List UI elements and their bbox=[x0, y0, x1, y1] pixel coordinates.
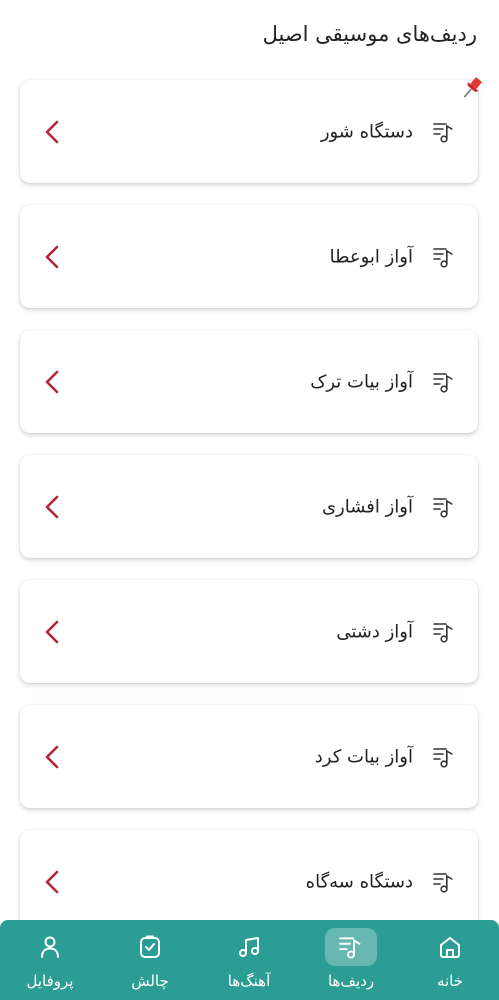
nav-songs-label: آهنگ‌ها bbox=[227, 972, 271, 990]
radif-item-dashti[interactable]: آواز دشتی bbox=[20, 580, 478, 683]
nav-songs[interactable]: آهنگ‌ها bbox=[209, 928, 289, 1000]
music-list-icon bbox=[339, 937, 361, 959]
chevron-left-icon bbox=[45, 620, 59, 643]
chevron-left-icon bbox=[45, 745, 59, 768]
nav-challenge[interactable]: چالش bbox=[110, 928, 190, 1000]
page-title: ردیف‌های موسیقی اصیل bbox=[262, 22, 477, 46]
nav-profile[interactable]: پروفایل bbox=[10, 928, 90, 1000]
music-list-icon bbox=[433, 372, 453, 393]
chevron-left-icon bbox=[45, 120, 59, 143]
music-list-icon bbox=[433, 747, 453, 768]
music-list-icon bbox=[433, 122, 453, 143]
radif-item-label: دستگاه سه‌گاه bbox=[305, 871, 413, 892]
music-list-icon bbox=[433, 497, 453, 518]
user-icon bbox=[41, 936, 59, 958]
radif-item-segah[interactable]: دستگاه سه‌گاه bbox=[20, 830, 478, 933]
chevron-left-icon bbox=[45, 370, 59, 393]
music-list-icon bbox=[433, 872, 453, 893]
nav-radifs[interactable]: ردیف‌ها bbox=[311, 928, 391, 1000]
radif-item-shur[interactable]: دستگاه شور bbox=[20, 77, 482, 183]
music-list-icon bbox=[433, 622, 453, 643]
radif-item-abuata[interactable]: آواز ابوعطا bbox=[20, 205, 478, 308]
radif-item-label: آواز بیات کرد bbox=[314, 746, 413, 767]
radif-item-bayat-tork[interactable]: آواز بیات ترک bbox=[20, 330, 478, 433]
clipboard-check-icon bbox=[140, 935, 160, 958]
radif-item-afshari[interactable]: آواز افشاری bbox=[20, 455, 478, 558]
radif-item-label: آواز ابوعطا bbox=[329, 246, 413, 267]
nav-home-label: خانه bbox=[436, 972, 464, 990]
radif-item-label: آواز افشاری bbox=[321, 496, 413, 517]
nav-profile-label: پروفایل bbox=[26, 972, 74, 990]
pin-icon bbox=[463, 77, 482, 98]
radif-item-label: دستگاه شور bbox=[320, 121, 413, 142]
nav-home[interactable]: خانه bbox=[410, 928, 490, 1000]
radif-list: دستگاه شور آواز ابوعطا آواز بیات ترک آوا… bbox=[20, 77, 482, 955]
radif-item-label: آواز بیات ترک bbox=[310, 371, 413, 392]
bottom-navbar: خانه ردیف‌ها آهنگ‌ها چالش bbox=[0, 920, 499, 1000]
chevron-left-icon bbox=[45, 245, 59, 268]
radif-item-label: آواز دشتی bbox=[336, 621, 413, 642]
home-icon bbox=[440, 937, 460, 958]
nav-radifs-label: ردیف‌ها bbox=[327, 972, 375, 990]
music-notes-icon bbox=[239, 937, 259, 957]
music-list-icon bbox=[433, 247, 453, 268]
nav-challenge-label: چالش bbox=[131, 972, 169, 990]
radif-item-bayat-kord[interactable]: آواز بیات کرد bbox=[20, 705, 478, 808]
chevron-left-icon bbox=[45, 495, 59, 518]
chevron-left-icon bbox=[45, 870, 59, 893]
